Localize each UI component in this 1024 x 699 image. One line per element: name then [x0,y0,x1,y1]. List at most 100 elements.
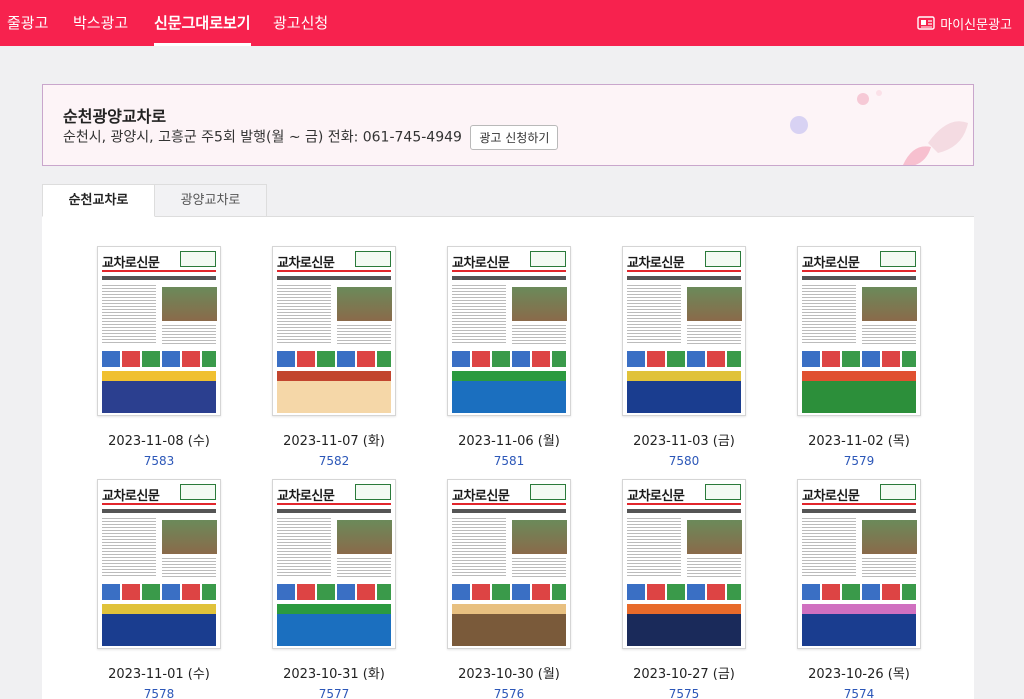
my-newspaper-ads-link[interactable]: 마이신문광고 [917,0,1012,46]
issue-number-link[interactable]: 7577 [272,687,396,699]
newspaper-thumbnail[interactable]: 교차로신문 [797,246,921,416]
classified-ad-strip [802,584,916,600]
article-text-block [337,558,391,578]
masthead-text: 교차로신문 [102,489,160,504]
issue-date: 2023-11-03 (금) [633,434,735,449]
article-text-block [687,558,741,578]
masthead-text: 교차로신문 [802,256,860,271]
newspaper-thumbnail[interactable]: 교차로신문 [447,479,571,649]
newspaper-issue-card[interactable]: 교차로신문 2023-11-03 (금) 7580 [622,246,746,468]
headline-bar [627,509,741,513]
masthead-rule [627,270,741,272]
issue-date: 2023-11-07 (화) [283,434,385,449]
banner-top-band [802,371,916,381]
publication-schedule-phone: 순천시, 광양시, 고흥군 주5회 발행(월 ~ 금) 전화: 061-745-… [63,129,462,146]
masthead-text: 교차로신문 [452,256,510,271]
newspaper-thumbnail[interactable]: 교차로신문 [447,246,571,416]
newspaper-thumbnail[interactable]: 교차로신문 [622,479,746,649]
banner-top-band [627,604,741,614]
bottom-banner-ad [802,371,916,413]
banner-main-band [277,381,391,413]
headline-bar [802,509,916,513]
issue-number-link[interactable]: 7580 [622,454,746,468]
article-text-block [277,285,331,345]
issue-date: 2023-10-31 (화) [283,667,385,682]
issue-number-link[interactable]: 7578 [97,687,221,699]
issue-number-link[interactable]: 7576 [447,687,571,699]
headline-bar [802,276,916,280]
classified-ad-strip [627,351,741,367]
bottom-banner-ad [277,604,391,646]
banner-top-band [627,371,741,381]
newspaper-issue-card[interactable]: 교차로신문 2023-10-26 (목) 7574 [797,479,921,699]
publication-info-box: 순천광양교차로 순천시, 광양시, 고흥군 주5회 발행(월 ~ 금) 전화: … [42,84,974,166]
bottom-banner-ad [452,371,566,413]
masthead-rule [102,270,216,272]
ad-apply-button[interactable]: 광고 신청하기 [470,125,559,150]
newspaper-issue-card[interactable]: 교차로신문 2023-11-08 (수) 7583 [97,246,221,468]
banner-top-band [452,371,566,381]
tab-gwangyang[interactable]: 광양교차로 [154,184,267,217]
newspaper-thumbnail[interactable]: 교차로신문 [622,246,746,416]
banner-main-band [102,381,216,413]
nav-box-ads[interactable]: 박스광고 [73,0,128,46]
bottom-banner-ad [452,604,566,646]
article-text-block [687,325,741,345]
article-text-block [102,518,156,578]
article-text-block [102,285,156,345]
newspaper-issue-card[interactable]: 교차로신문 2023-11-06 (월) 7581 [447,246,571,468]
article-photo [337,287,392,321]
issue-date: 2023-11-02 (목) [808,434,910,449]
nav-ad-apply[interactable]: 광고신청 [273,0,328,46]
article-photo [162,520,217,554]
newspaper-issue-card[interactable]: 교차로신문 2023-10-27 (금) 7575 [622,479,746,699]
newspaper-thumbnail[interactable]: 교차로신문 [272,246,396,416]
headline-bar [102,509,216,513]
article-text-block [802,518,856,578]
my-newspaper-ads-label: 마이신문광고 [940,17,1012,33]
headline-bar [102,276,216,280]
publication-title: 순천광양교차로 [63,107,167,126]
newspaper-issue-card[interactable]: 교차로신문 2023-10-31 (화) 7577 [272,479,396,699]
newspaper-issue-card[interactable]: 교차로신문 2023-11-07 (화) 7582 [272,246,396,468]
banner-top-band [452,604,566,614]
banner-main-band [802,614,916,646]
banner-top-band [802,604,916,614]
issue-number-link[interactable]: 7582 [272,454,396,468]
article-text-block [512,558,566,578]
newspaper-issue-card[interactable]: 교차로신문 2023-11-02 (목) 7579 [797,246,921,468]
issue-date: 2023-11-01 (수) [108,667,210,682]
issue-date: 2023-11-06 (월) [458,434,560,449]
issue-number-link[interactable]: 7581 [447,454,571,468]
issue-number-link[interactable]: 7579 [797,454,921,468]
bottom-banner-ad [102,604,216,646]
issue-date: 2023-10-30 (월) [458,667,560,682]
issue-grid-panel: 교차로신문 2023-11-08 (수) 7583 교차로신문 2023-11-07 (… [42,216,974,699]
banner-main-band [802,381,916,413]
article-text-block [627,518,681,578]
banner-top-band [277,371,391,381]
nav-line-ads[interactable]: 줄광고 [7,0,48,46]
masthead-badge [705,251,741,267]
issue-number-link[interactable]: 7575 [622,687,746,699]
banner-main-band [277,614,391,646]
banner-main-band [627,614,741,646]
nav-newspaper-view[interactable]: 신문그대로보기 [154,0,251,46]
decorative-petals-icon [790,90,968,165]
newspaper-issue-card[interactable]: 교차로신문 2023-10-30 (월) 7576 [447,479,571,699]
newspaper-thumbnail[interactable]: 교차로신문 [797,479,921,649]
issue-number-link[interactable]: 7574 [797,687,921,699]
masthead-rule [802,270,916,272]
banner-main-band [452,614,566,646]
issue-number-link[interactable]: 7583 [97,454,221,468]
headline-bar [277,276,391,280]
newspaper-thumbnail[interactable]: 교차로신문 [97,246,221,416]
article-text-block [862,558,916,578]
newspaper-thumbnail[interactable]: 교차로신문 [97,479,221,649]
headline-bar [452,276,566,280]
tab-suncheon[interactable]: 순천교차로 [42,184,155,217]
newspaper-issue-card[interactable]: 교차로신문 2023-11-01 (수) 7578 [97,479,221,699]
newspaper-thumbnail[interactable]: 교차로신문 [272,479,396,649]
banner-main-band [627,381,741,413]
masthead-rule [627,503,741,505]
